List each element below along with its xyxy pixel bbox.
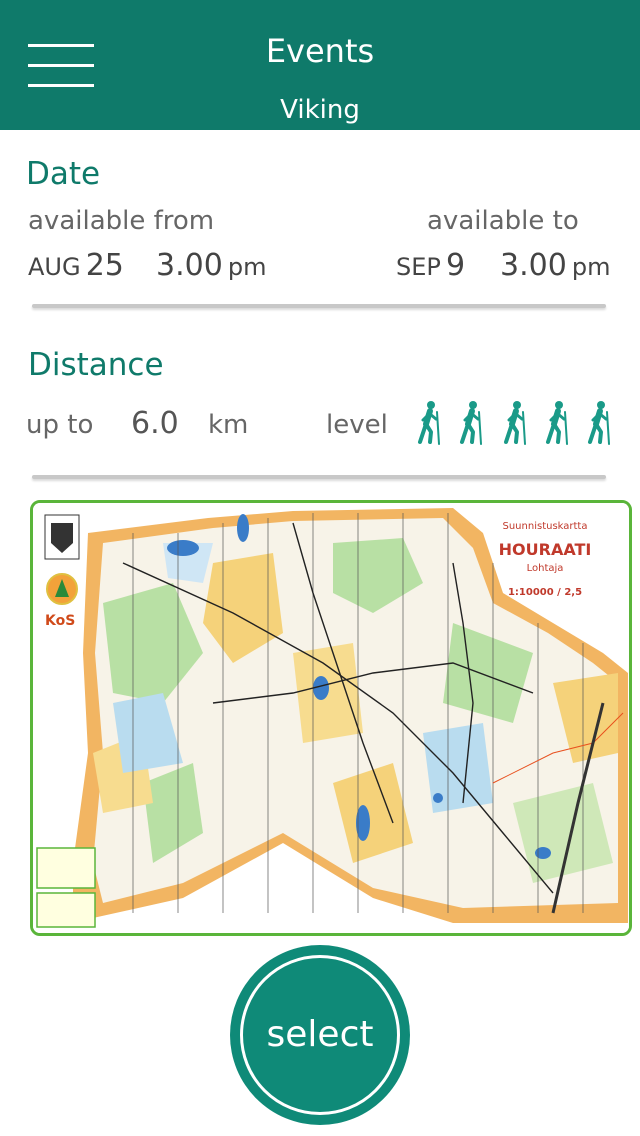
page-title: Events [265,32,375,70]
map-name: HOURAATI [499,540,592,559]
available-from-label: available from [28,206,215,236]
orienteering-map[interactable]: KoS Suunnistuskartta HOURAATI Lohtaja 1:… [30,500,632,936]
map-image: KoS Suunnistuskartta HOURAATI Lohtaja 1:… [33,503,629,933]
hiker-icon[interactable] [456,400,486,446]
page-subtitle: Viking [280,95,360,125]
to-ampm: pm [571,253,611,281]
hiker-icon[interactable] [584,400,614,446]
to-time[interactable]: 3.00 pm [500,248,611,283]
distance-unit: km [208,410,249,440]
date-section-title: Date [26,156,101,192]
to-day: 9 [445,248,466,283]
to-time-value: 3.00 [500,248,567,283]
select-button[interactable]: select [230,945,410,1125]
map-scale: 1:10000 / 2,5 [508,587,582,598]
date-divider [32,304,606,308]
distance-section-title: Distance [28,347,164,383]
level-selector[interactable] [414,400,614,446]
to-date[interactable]: SEP 9 [396,248,465,283]
from-time[interactable]: 3.00 pm [156,248,267,283]
distance-divider [32,475,606,479]
map-title: Suunnistuskartta [503,521,588,532]
level-label: level [326,410,388,440]
from-date[interactable]: AUG 25 [28,248,124,283]
hiker-icon[interactable] [414,400,444,446]
distance-value[interactable]: 6.0 [131,406,179,441]
available-to-label: available to [427,206,579,236]
app-header: Events Viking [0,0,640,130]
from-ampm: pm [227,253,267,281]
from-month: AUG [28,253,81,281]
map-club-label: KoS [45,613,75,629]
map-place: Lohtaja [527,563,564,574]
up-to-label: up to [26,410,94,440]
hiker-icon[interactable] [542,400,572,446]
from-day: 25 [85,248,124,283]
hiker-icon[interactable] [500,400,530,446]
to-month: SEP [396,253,441,281]
from-time-value: 3.00 [156,248,223,283]
select-button-label: select [266,1014,374,1055]
